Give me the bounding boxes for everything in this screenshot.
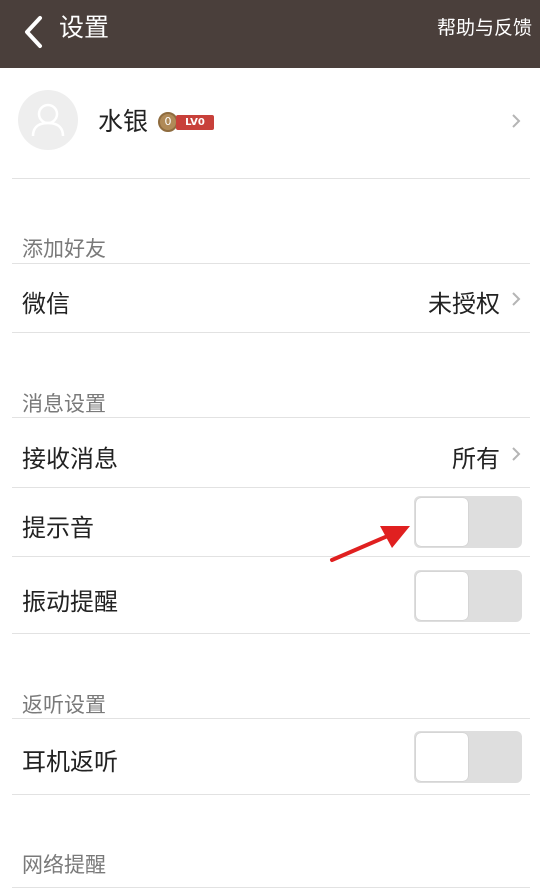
section-monitor-settings: 返听设置 xyxy=(22,693,106,717)
username: 水银 xyxy=(98,107,149,136)
level-badge: LV0 xyxy=(176,115,214,130)
toggle-knob xyxy=(416,572,468,620)
vibration-label: 振动提醒 xyxy=(22,588,118,616)
top-bar: 设置 帮助与反馈 xyxy=(0,0,540,68)
earphone-monitor-toggle[interactable] xyxy=(414,731,522,783)
annotation-arrow-icon xyxy=(330,526,410,562)
divider xyxy=(12,417,530,418)
page-title: 设置 xyxy=(59,13,110,42)
divider xyxy=(12,487,530,488)
chevron-right-icon xyxy=(512,114,521,128)
divider xyxy=(12,633,530,634)
section-add-friends: 添加好友 xyxy=(22,237,106,261)
notification-sound-toggle[interactable] xyxy=(414,496,522,548)
chevron-right-icon xyxy=(512,292,521,306)
toggle-knob xyxy=(416,498,468,546)
user-placeholder-icon xyxy=(31,103,65,137)
help-feedback-link[interactable]: 帮助与反馈 xyxy=(437,0,532,68)
section-message-settings: 消息设置 xyxy=(22,392,106,416)
avatar[interactable] xyxy=(18,90,78,150)
divider xyxy=(12,556,530,557)
section-network-alert: 网络提醒 xyxy=(22,853,106,877)
divider xyxy=(12,794,530,795)
coin-badge: 0 xyxy=(158,112,178,132)
receive-messages-value: 所有 xyxy=(452,445,500,473)
profile-row[interactable]: 水银 0 LV0 xyxy=(0,68,540,179)
divider xyxy=(12,332,530,333)
earphone-monitor-label: 耳机返听 xyxy=(22,748,118,776)
wechat-status: 未授权 xyxy=(428,290,500,318)
back-arrow-icon[interactable] xyxy=(20,14,48,50)
divider xyxy=(12,178,530,179)
receive-messages-label: 接收消息 xyxy=(22,445,118,473)
notification-sound-label: 提示音 xyxy=(22,514,94,542)
wechat-label: 微信 xyxy=(22,290,70,318)
vibration-toggle[interactable] xyxy=(414,570,522,622)
divider xyxy=(12,718,530,719)
toggle-knob xyxy=(416,733,468,781)
divider xyxy=(12,887,530,888)
chevron-right-icon xyxy=(512,447,521,461)
divider xyxy=(12,263,530,264)
